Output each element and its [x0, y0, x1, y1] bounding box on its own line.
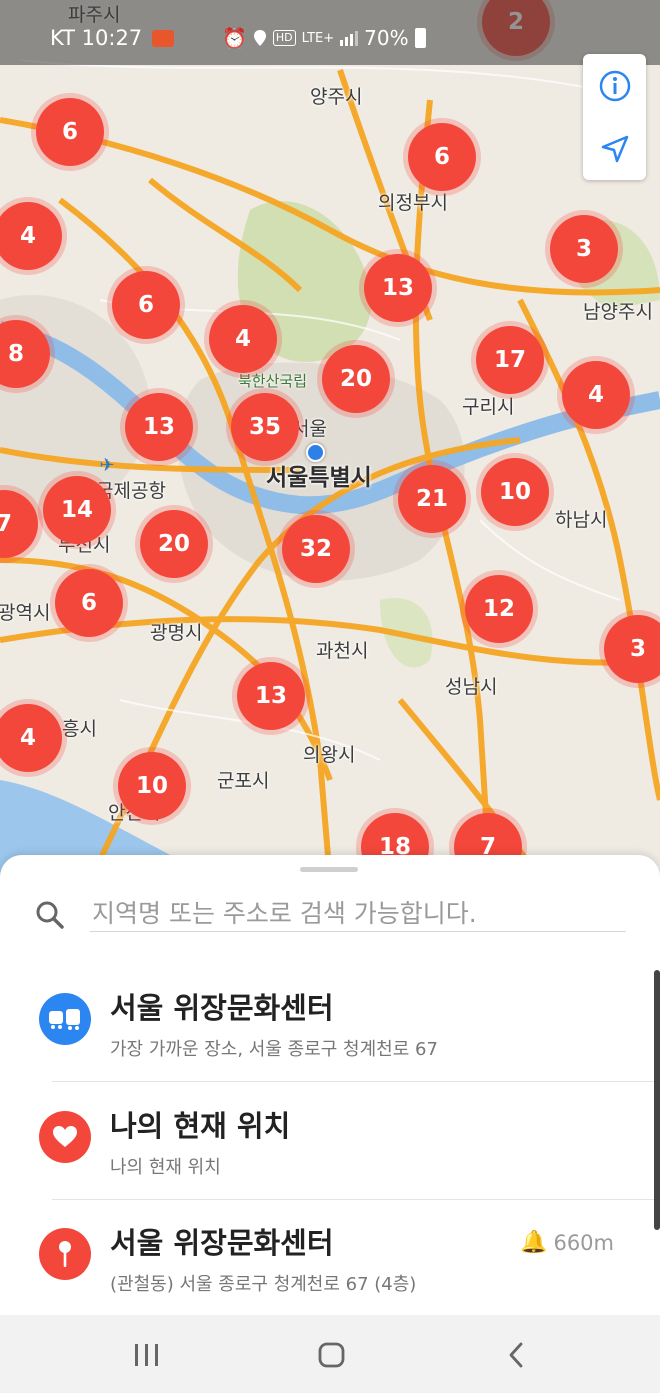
map-cluster-marker[interactable]: 13 [125, 393, 193, 461]
item-subtitle: 나의 현재 위치 [110, 1157, 221, 1178]
location-list-item[interactable]: 서울 위장문화센터가장 가까운 장소, 서울 종로구 청계천로 67 [0, 965, 660, 1082]
map-cluster-marker[interactable]: 4 [209, 305, 277, 373]
map-cluster-marker[interactable]: 32 [282, 515, 350, 583]
map-place-label: 성남시 [445, 676, 498, 698]
map-place-label: 남양주시 [583, 301, 653, 323]
hd-badge: HD [272, 30, 296, 46]
location-list-item[interactable]: 서울 위장문화센터 (관철동) 서울 종로구 청계천로 67 (4층) 🔔 660m [0, 1200, 660, 1317]
status-bar: KT 10:27 ⏰ HD LTE+ 70% [0, 0, 660, 65]
map-place-label: 양주시 [310, 86, 363, 108]
map-cluster-marker[interactable]: 17 [476, 326, 544, 394]
search-input[interactable] [90, 895, 626, 932]
map-cluster-marker[interactable]: 13 [364, 254, 432, 322]
navigation-arrow-icon [601, 135, 628, 162]
map-cluster-marker[interactable]: 12 [465, 575, 533, 643]
location-icon [253, 30, 266, 46]
back-icon [509, 1342, 523, 1368]
divider [52, 1081, 660, 1082]
distance-label: 660m [553, 1230, 614, 1255]
map-pin-icon [39, 1228, 91, 1280]
item-title: 서울 위장문화센터 [110, 991, 334, 1025]
map-place-label: 의왕시 [303, 744, 356, 766]
lte-label: LTE+ [301, 30, 335, 46]
map-cluster-marker[interactable]: 10 [481, 458, 549, 526]
sheet-drag-handle[interactable] [300, 867, 358, 872]
map-place-label: 하남시 [555, 509, 608, 531]
info-icon [599, 70, 630, 101]
map-cluster-marker[interactable]: 20 [322, 345, 390, 413]
map-cluster-marker[interactable]: 10 [118, 752, 186, 820]
map-place-label: 과천시 [316, 640, 369, 662]
item-distance: 🔔 660m [520, 1230, 614, 1255]
map-place-label: 의정부시 [378, 192, 448, 214]
map-cluster-marker[interactable]: 13 [237, 662, 305, 730]
battery-icon [414, 28, 426, 48]
map-cluster-marker[interactable]: 6 [112, 271, 180, 339]
home-button[interactable] [302, 1335, 362, 1375]
map-place-label: 북한산국립 [238, 372, 308, 390]
item-subtitle: (관철동) 서울 종로구 청계천로 67 (4층) [110, 1274, 417, 1295]
recent-apps-button[interactable] [117, 1335, 177, 1375]
alarm-icon: ⏰ [222, 26, 247, 50]
scroll-indicator [654, 970, 660, 1230]
heart-icon [39, 1111, 91, 1163]
map-place-label: 흥시 [62, 718, 97, 740]
home-icon [318, 1342, 345, 1368]
map-cluster-marker[interactable]: 3 [550, 215, 618, 283]
map-cluster-marker[interactable]: 20 [140, 510, 208, 578]
map-cluster-marker[interactable]: 21 [398, 465, 466, 533]
map-place-label: 광역시 [0, 602, 51, 624]
map-place-label: 군포시 [217, 770, 270, 792]
notification-bag-icon [152, 29, 175, 47]
carrier-time: KT 10:27 [50, 26, 143, 50]
back-button[interactable] [487, 1335, 547, 1375]
map-place-label: 서울특별시 [266, 465, 372, 491]
map-place-label: 구리시 [462, 396, 515, 418]
map-cluster-marker[interactable]: 14 [43, 476, 111, 544]
map-cluster-marker[interactable]: 6 [36, 98, 104, 166]
bell-icon: 🔔 [520, 1230, 548, 1255]
system-navigation-bar [0, 1315, 660, 1393]
locate-me-button[interactable] [583, 117, 646, 180]
airport-icon: ✈ [99, 455, 115, 476]
item-subtitle: 가장 가까운 장소, 서울 종로구 청계천로 67 [110, 1039, 438, 1060]
map-cluster-marker[interactable]: 35 [231, 393, 299, 461]
map-place-label: 광명시 [150, 622, 203, 644]
map-cluster-marker[interactable]: 6 [55, 569, 123, 637]
signal-icon [340, 31, 359, 46]
search-icon [36, 901, 64, 929]
search-bar [34, 895, 626, 935]
item-title: 나의 현재 위치 [110, 1109, 291, 1143]
map-cluster-marker[interactable]: 6 [408, 123, 476, 191]
item-title: 서울 위장문화센터 [110, 1226, 334, 1260]
map-view[interactable]: ✈ 파주시양주시의정부시남양주시북한산국립서울구리시서울특별시국제공항부천시하남… [0, 0, 660, 880]
recent-apps-icon [135, 1344, 158, 1366]
bottom-sheet: 서울 위장문화센터가장 가까운 장소, 서울 종로구 청계천로 67나의 현재 … [0, 855, 660, 1317]
info-button[interactable] [583, 54, 646, 117]
transit-icon [39, 993, 91, 1045]
map-control-panel [583, 54, 646, 180]
map-cluster-marker[interactable]: 4 [562, 361, 630, 429]
location-list-item[interactable]: 나의 현재 위치 나의 현재 위치 [0, 1083, 660, 1200]
battery-percent: 70% [364, 26, 409, 50]
